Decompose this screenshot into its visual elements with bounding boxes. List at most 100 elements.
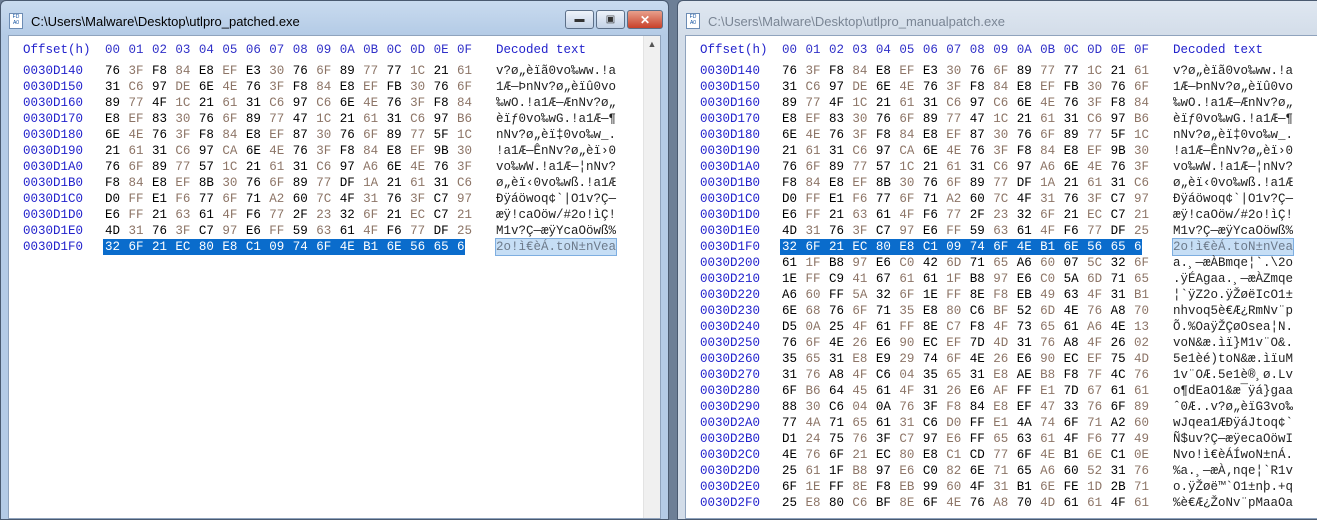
hex-byte[interactable]: 61 (1087, 495, 1108, 511)
hex-byte[interactable]: C1 (946, 447, 967, 463)
hex-byte[interactable]: 71 (970, 255, 991, 271)
hex-byte[interactable]: 52 (1017, 303, 1038, 319)
hex-byte[interactable]: 6F (1040, 127, 1061, 143)
hex-byte[interactable]: E6 (876, 255, 897, 271)
hex-byte[interactable]: C6 (923, 415, 944, 431)
decoded-text[interactable]: ø„èï‹0vo‰wß.!a1Æ (496, 175, 616, 191)
hex-byte[interactable]: 04 (852, 399, 873, 415)
hex-byte[interactable]: 1C (993, 111, 1014, 127)
hex-byte[interactable]: 6E (246, 143, 267, 159)
hex-byte[interactable]: 76 (293, 143, 314, 159)
hex-byte[interactable]: 4E (829, 335, 850, 351)
hex-byte[interactable]: E8 (829, 175, 850, 191)
decoded-text[interactable]: wJqea1ÆÐÿáJtoq¢` (1173, 415, 1293, 431)
hex-byte[interactable]: 6E (970, 463, 991, 479)
hex-byte[interactable]: 6F (899, 191, 920, 207)
hex-byte[interactable]: 31 (293, 159, 314, 175)
decoded-text[interactable]: M1v?Ç—æÿYcaOöwß% (496, 223, 616, 239)
hex-byte[interactable]: 4E (128, 127, 149, 143)
hex-byte[interactable]: 76 (199, 111, 220, 127)
decoded-text[interactable]: nNv?ø„èï‡0vo‰w_. (496, 127, 616, 143)
hex-byte[interactable]: 84 (363, 143, 384, 159)
hex-byte[interactable]: 31 (128, 223, 149, 239)
hex-byte[interactable]: 61 (340, 223, 361, 239)
decoded-text[interactable]: 2o!ì€èÁ.toN±nVea (1171, 238, 1295, 256)
hex-byte[interactable]: 02 (1134, 335, 1155, 351)
hex-byte[interactable]: 1E (923, 287, 944, 303)
hex-byte[interactable]: B1 (363, 239, 384, 255)
hex-byte[interactable]: 6F (1064, 415, 1085, 431)
hex-byte[interactable]: 21 (1064, 175, 1085, 191)
hex-byte[interactable]: 6F (805, 239, 826, 255)
hex-byte[interactable]: EF (899, 63, 920, 79)
hex-byte[interactable]: 84 (993, 79, 1014, 95)
hex-byte[interactable]: E8 (852, 351, 873, 367)
hex-byte[interactable]: 3F (410, 95, 431, 111)
hex-byte[interactable]: 4E (1017, 239, 1038, 255)
hex-byte[interactable]: 4E (269, 143, 290, 159)
hex-byte[interactable]: 6F (1134, 255, 1155, 271)
hex-byte[interactable]: 6F (1134, 79, 1155, 95)
hex-byte[interactable]: 84 (128, 175, 149, 191)
hex-byte[interactable]: 61 (1017, 223, 1038, 239)
decoded-text[interactable]: nhvoq5è€Æ¿RmNv¨p (1173, 303, 1293, 319)
hex-byte[interactable]: 4D (105, 223, 126, 239)
hex-byte[interactable]: 76 (782, 335, 803, 351)
hex-byte[interactable]: 77 (1087, 127, 1108, 143)
hex-byte[interactable]: 89 (829, 159, 850, 175)
decoded-text[interactable]: æÿ!caOöw/#2o!ìÇ! (1173, 207, 1293, 223)
hex-byte[interactable]: 49 (1134, 431, 1155, 447)
hex-byte[interactable]: 31 (1111, 463, 1132, 479)
hex-byte[interactable]: 6F (946, 175, 967, 191)
hex-byte[interactable]: DF (1111, 223, 1132, 239)
hex-byte[interactable]: 76 (434, 159, 455, 175)
hex-byte[interactable]: 60 (1064, 463, 1085, 479)
hex-byte[interactable]: A6 (363, 159, 384, 175)
hex-byte[interactable]: 90 (1040, 351, 1061, 367)
hex-byte[interactable]: 35 (923, 367, 944, 383)
hex-byte[interactable]: C0 (1040, 271, 1061, 287)
hex-byte[interactable]: CA (899, 143, 920, 159)
hex-byte[interactable]: D0 (946, 415, 967, 431)
hex-byte[interactable]: EC (876, 447, 897, 463)
decoded-text[interactable]: nNv?ø„èï‡0vo‰w_. (1173, 127, 1293, 143)
hex-byte[interactable]: 9B (434, 143, 455, 159)
hex-byte[interactable]: 61 (876, 415, 897, 431)
hex-byte[interactable]: 6F (316, 239, 337, 255)
hex-byte[interactable]: 31 (363, 191, 384, 207)
hex-byte[interactable]: 61 (1064, 495, 1085, 511)
hex-byte[interactable]: DF (1017, 175, 1038, 191)
hex-byte[interactable]: 04 (899, 367, 920, 383)
hex-byte[interactable]: 6D (1040, 303, 1061, 319)
hex-byte[interactable]: C6 (316, 159, 337, 175)
hex-byte[interactable]: EF (1087, 351, 1108, 367)
hex-byte[interactable]: FE (1064, 479, 1085, 495)
hex-byte[interactable]: EF (222, 63, 243, 79)
hex-byte[interactable]: 23 (993, 207, 1014, 223)
hex-byte[interactable]: 32 (876, 287, 897, 303)
hex-byte[interactable]: 74 (1040, 415, 1061, 431)
hex-byte[interactable]: 21 (105, 143, 126, 159)
hex-byte[interactable]: 76 (387, 191, 408, 207)
hex-byte[interactable]: 8E (923, 319, 944, 335)
hex-byte[interactable]: 70 (1017, 495, 1038, 511)
hex-byte[interactable]: 77 (199, 191, 220, 207)
hex-byte[interactable]: EF (1087, 143, 1108, 159)
hex-byte[interactable]: 3F (876, 431, 897, 447)
hex-byte[interactable]: 64 (829, 383, 850, 399)
hex-byte[interactable]: A2 (946, 191, 967, 207)
hex-byte[interactable]: 76 (246, 79, 267, 95)
hex-byte[interactable]: 31 (246, 95, 267, 111)
hex-byte[interactable]: 61 (128, 143, 149, 159)
hex-byte[interactable]: C6 (175, 143, 196, 159)
hex-byte[interactable]: EB (899, 479, 920, 495)
hex-byte[interactable]: B6 (457, 111, 478, 127)
hex-byte[interactable]: 97 (222, 223, 243, 239)
hex-byte[interactable]: C0 (899, 255, 920, 271)
hex-byte[interactable]: 21 (387, 175, 408, 191)
hex-byte[interactable]: 71 (1087, 415, 1108, 431)
hex-byte[interactable]: 30 (852, 111, 873, 127)
hex-byte[interactable]: 31 (899, 415, 920, 431)
hex-byte[interactable]: 97 (923, 431, 944, 447)
hex-byte[interactable]: 47 (293, 111, 314, 127)
